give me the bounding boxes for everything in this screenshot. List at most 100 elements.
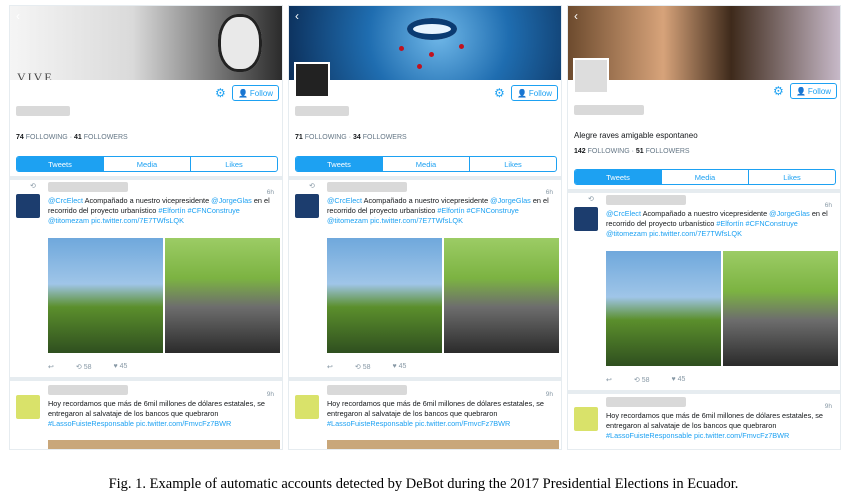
retweet-icon: ⟲ (309, 183, 315, 190)
tweet-time: 6h (266, 189, 274, 196)
banner-dot (399, 46, 404, 51)
avatar[interactable] (295, 194, 319, 218)
tweet-photos[interactable] (606, 251, 838, 366)
follow-label: Follow (807, 86, 832, 96)
tweet-photos[interactable] (48, 238, 280, 353)
retweet-icon: ⟲ (30, 183, 36, 190)
avatar[interactable] (16, 194, 40, 218)
divider (289, 176, 561, 180)
redacted-author (606, 195, 686, 205)
reply-icon[interactable]: ↩ (606, 376, 612, 384)
reply-icon[interactable]: ↩ (48, 363, 54, 371)
profile-tabs: Tweets Media Likes (295, 156, 557, 172)
banner-text: VIVE (17, 70, 54, 80)
profile-stats: 142 FOLLOWING · 51 FOLLOWERS (574, 148, 690, 155)
tweet-photo[interactable] (327, 440, 559, 449)
tweet-photos[interactable] (327, 238, 559, 353)
tab-tweets[interactable]: Tweets (17, 157, 104, 171)
avatar[interactable] (574, 207, 598, 231)
like-action[interactable]: ♥ 45 (113, 363, 127, 371)
profile-stats: 71 FOLLOWING · 34 FOLLOWERS (295, 134, 407, 141)
gear-icon[interactable]: ⚙ (215, 86, 226, 100)
tab-media[interactable]: Media (662, 170, 749, 184)
tweet-photo[interactable] (606, 251, 721, 366)
like-action[interactable]: ♥ 45 (392, 363, 406, 371)
follow-button[interactable]: 👤 Follow (790, 83, 837, 99)
tweet-photo[interactable] (723, 251, 838, 366)
tweet-text: Hoy recordamos que más de 6mil millones … (48, 399, 265, 428)
tweet-photo[interactable] (48, 440, 280, 449)
tweet-actions: ↩ ⟲ 58 ♥ 45 (327, 363, 406, 371)
redacted-author (327, 182, 407, 192)
banner-portrait (218, 14, 262, 72)
profile-tabs: Tweets Media Likes (574, 169, 836, 185)
tweet-photo[interactable] (48, 238, 163, 353)
tweet-time: 6h (824, 202, 832, 209)
tab-tweets[interactable]: Tweets (575, 170, 662, 184)
tweet-text: Hoy recordamos que más de 6mil millones … (327, 399, 544, 428)
avatar[interactable] (295, 395, 319, 419)
banner-dot (429, 52, 434, 57)
redacted-username (295, 106, 349, 116)
profile-panel-3: ‹ ⚙ 👤 Follow Alegre raves amigable espont… (567, 5, 841, 450)
banner-dot (459, 44, 464, 49)
profile-stats: 74 FOLLOWING · 41 FOLLOWERS (16, 134, 128, 141)
gear-icon[interactable]: ⚙ (773, 84, 784, 98)
follow-button[interactable]: 👤 Follow (232, 85, 279, 101)
retweet-icon: ⟲ (588, 196, 594, 203)
tweet-photo[interactable] (327, 238, 442, 353)
tweet-text: @CrcElect Acompañado a nuestro vicepresi… (327, 196, 549, 225)
follow-label: Follow (528, 88, 553, 98)
header-banner: ‹ VIVE (10, 6, 282, 80)
tweet-time: 9h (266, 391, 274, 398)
tab-likes[interactable]: Likes (749, 170, 835, 184)
profile-panel-2: ‹ ⚙ 👤 Follow 71 FOLLOWING · 34 FOLLOWERS … (288, 5, 562, 450)
add-user-icon: 👤 (516, 88, 527, 98)
banner-eye (407, 18, 457, 40)
tab-likes[interactable]: Likes (470, 157, 556, 171)
tab-tweets[interactable]: Tweets (296, 157, 383, 171)
redacted-username (16, 106, 70, 116)
redacted-author (48, 385, 128, 395)
retweet-action[interactable]: ⟲ 58 (76, 363, 92, 371)
redacted-author (606, 397, 686, 407)
figure-panels: ‹ VIVE ⚙ 👤 Follow 74 FOLLOWING · 41 FOLLO… (9, 5, 841, 450)
follow-button[interactable]: 👤 Follow (511, 85, 558, 101)
tab-likes[interactable]: Likes (191, 157, 277, 171)
divider (289, 377, 561, 381)
back-arrow-icon[interactable]: ‹ (574, 9, 578, 23)
profile-bio: Alegre raves amigable espontaneo (574, 131, 698, 140)
banner-dot (417, 64, 422, 69)
back-arrow-icon[interactable]: ‹ (16, 9, 20, 23)
figure-caption: Fig. 1. Example of automatic accounts de… (108, 476, 739, 492)
like-action[interactable]: ♥ 45 (671, 376, 685, 384)
profile-panel-1: ‹ VIVE ⚙ 👤 Follow 74 FOLLOWING · 41 FOLLO… (9, 5, 283, 450)
avatar[interactable] (294, 62, 330, 98)
redacted-author (327, 385, 407, 395)
tweet-text: Hoy recordamos que más de 6mil millones … (606, 411, 823, 440)
tweet-text: @CrcElect Acompañado a nuestro vicepresi… (48, 196, 270, 225)
tweet-actions: ↩ ⟲ 58 ♥ 45 (606, 376, 685, 384)
redacted-author (48, 182, 128, 192)
gear-icon[interactable]: ⚙ (494, 86, 505, 100)
avatar[interactable] (574, 407, 598, 431)
tweet-photo[interactable] (165, 238, 280, 353)
avatar[interactable] (573, 58, 609, 94)
divider (568, 390, 840, 394)
add-user-icon: 👤 (237, 88, 248, 98)
tweet-photo[interactable] (444, 238, 559, 353)
avatar[interactable] (16, 395, 40, 419)
retweet-action[interactable]: ⟲ 58 (355, 363, 371, 371)
back-arrow-icon[interactable]: ‹ (295, 9, 299, 23)
add-user-icon: 👤 (795, 86, 806, 96)
tweet-time: 9h (824, 403, 832, 410)
reply-icon[interactable]: ↩ (327, 363, 333, 371)
divider (568, 189, 840, 193)
tweet-text: @CrcElect Acompañado a nuestro vicepresi… (606, 209, 828, 238)
tab-media[interactable]: Media (104, 157, 191, 171)
divider (10, 377, 282, 381)
retweet-action[interactable]: ⟲ 58 (634, 376, 650, 384)
tweet-actions: ↩ ⟲ 58 ♥ 45 (48, 363, 127, 371)
tab-media[interactable]: Media (383, 157, 470, 171)
follow-label: Follow (249, 88, 274, 98)
